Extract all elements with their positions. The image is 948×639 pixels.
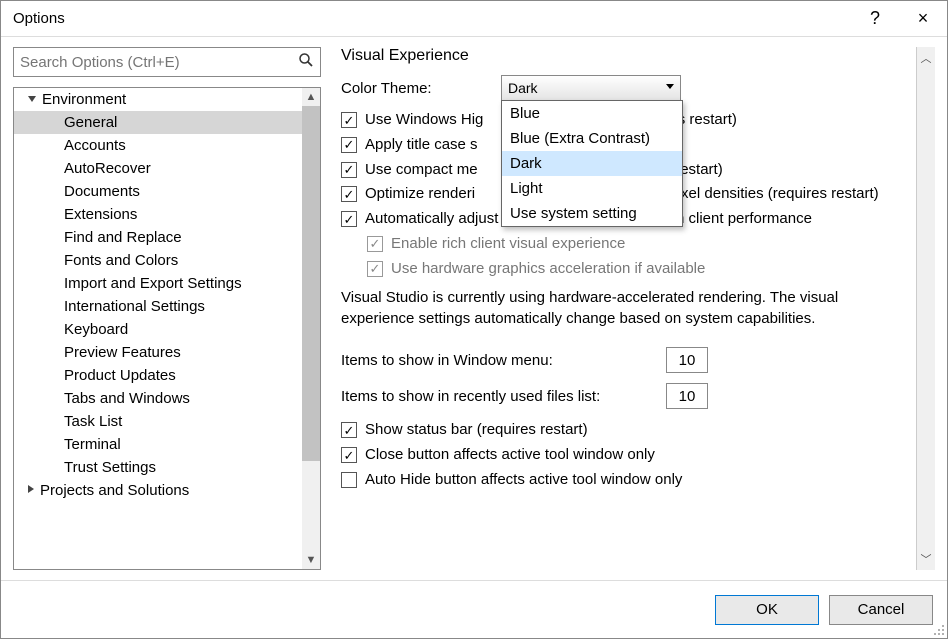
help-icon: ? [870, 8, 880, 29]
color-theme-dropdown[interactable]: Dark Blue Blue (Extra Contrast) Dark Lig… [501, 75, 681, 101]
color-theme-label: Color Theme: [341, 80, 491, 97]
section-title: Visual Experience [341, 47, 908, 65]
window-menu-label: Items to show in Window menu: [341, 352, 666, 369]
footer: OK Cancel [1, 580, 947, 638]
tree-item-find-and-replace[interactable]: Find and Replace [14, 226, 320, 249]
theme-option-system[interactable]: Use system setting [502, 201, 682, 226]
nav-tree: Environment General Accounts AutoRecover… [13, 87, 321, 570]
scroll-up-icon[interactable]: ︿ [921, 47, 932, 69]
checkbox-auto-adjust[interactable] [341, 211, 357, 227]
label-close-affects: Close button affects active tool window … [365, 444, 655, 466]
checkbox-autohide-affects[interactable] [341, 472, 357, 488]
search-input[interactable] [20, 54, 298, 71]
recent-files-count[interactable] [666, 383, 708, 409]
tree-item-extensions[interactable]: Extensions [14, 203, 320, 226]
tree-category-projects[interactable]: Projects and Solutions [14, 479, 320, 502]
tree-item-terminal[interactable]: Terminal [14, 433, 320, 456]
cancel-button[interactable]: Cancel [829, 595, 933, 625]
right-scrollbar[interactable]: ︿ ﹀ [917, 47, 935, 570]
tree-item-fonts-and-colors[interactable]: Fonts and Colors [14, 249, 320, 272]
window-menu-count[interactable] [666, 347, 708, 373]
checkbox-status-bar[interactable] [341, 422, 357, 438]
label-status-bar: Show status bar (requires restart) [365, 419, 588, 441]
checkbox-close-affects[interactable] [341, 447, 357, 463]
checkbox-optimize-rendering[interactable] [341, 186, 357, 202]
tree-item-international[interactable]: International Settings [14, 295, 320, 318]
label-rich-client: Enable rich client visual experience [391, 233, 625, 255]
label-title-case: Apply title case s [365, 134, 478, 156]
label-autohide-affects: Auto Hide button affects active tool win… [365, 469, 682, 491]
tree-item-task-list[interactable]: Task List [14, 410, 320, 433]
checkbox-compact-menu[interactable] [341, 162, 357, 178]
tree-item-general[interactable]: General [14, 111, 320, 134]
color-theme-selected: Dark [508, 80, 538, 96]
color-theme-popup: Blue Blue (Extra Contrast) Dark Light Us… [501, 100, 683, 227]
right-panel: Visual Experience Color Theme: Dark Blue… [335, 47, 935, 570]
titlebar: Options ? × [1, 1, 947, 37]
close-icon: × [918, 8, 929, 29]
theme-option-dark[interactable]: Dark [502, 151, 682, 176]
tree-item-accounts[interactable]: Accounts [14, 134, 320, 157]
recent-files-label: Items to show in recently used files lis… [341, 388, 666, 405]
tree-item-preview-features[interactable]: Preview Features [14, 341, 320, 364]
search-box[interactable] [13, 47, 321, 77]
close-button[interactable]: × [899, 1, 947, 37]
checkbox-hw-accel [367, 261, 383, 277]
tree-item-product-updates[interactable]: Product Updates [14, 364, 320, 387]
tree-item-trust-settings[interactable]: Trust Settings [14, 456, 320, 479]
checkbox-rich-client [367, 236, 383, 252]
checkbox-high-contrast[interactable] [341, 112, 357, 128]
left-panel: Environment General Accounts AutoRecover… [13, 47, 321, 570]
theme-option-blue-extra[interactable]: Blue (Extra Contrast) [502, 126, 682, 151]
label-hw-accel: Use hardware graphics acceleration if av… [391, 258, 705, 280]
search-icon [298, 52, 314, 72]
theme-option-blue[interactable]: Blue [502, 101, 682, 126]
visual-studio-desc: Visual Studio is currently using hardwar… [341, 287, 908, 329]
tree-item-import-export[interactable]: Import and Export Settings [14, 272, 320, 295]
theme-option-light[interactable]: Light [502, 176, 682, 201]
ok-button[interactable]: OK [715, 595, 819, 625]
tree-category-environment[interactable]: Environment [14, 88, 320, 111]
scroll-down-icon[interactable]: ▼ [306, 551, 317, 569]
checkbox-title-case[interactable] [341, 137, 357, 153]
tree-scrollbar[interactable]: ▲ ▼ [302, 88, 320, 569]
tree-item-documents[interactable]: Documents [14, 180, 320, 203]
tree-item-autorecover[interactable]: AutoRecover [14, 157, 320, 180]
tree-item-keyboard[interactable]: Keyboard [14, 318, 320, 341]
tree-item-tabs-and-windows[interactable]: Tabs and Windows [14, 387, 320, 410]
resize-grip-icon[interactable] [933, 624, 945, 636]
chevron-down-icon [666, 84, 674, 89]
help-button[interactable]: ? [851, 1, 899, 37]
scroll-up-icon[interactable]: ▲ [306, 88, 317, 106]
scroll-thumb[interactable] [302, 106, 320, 461]
scroll-down-icon[interactable]: ﹀ [921, 548, 932, 570]
window-title: Options [13, 10, 851, 27]
